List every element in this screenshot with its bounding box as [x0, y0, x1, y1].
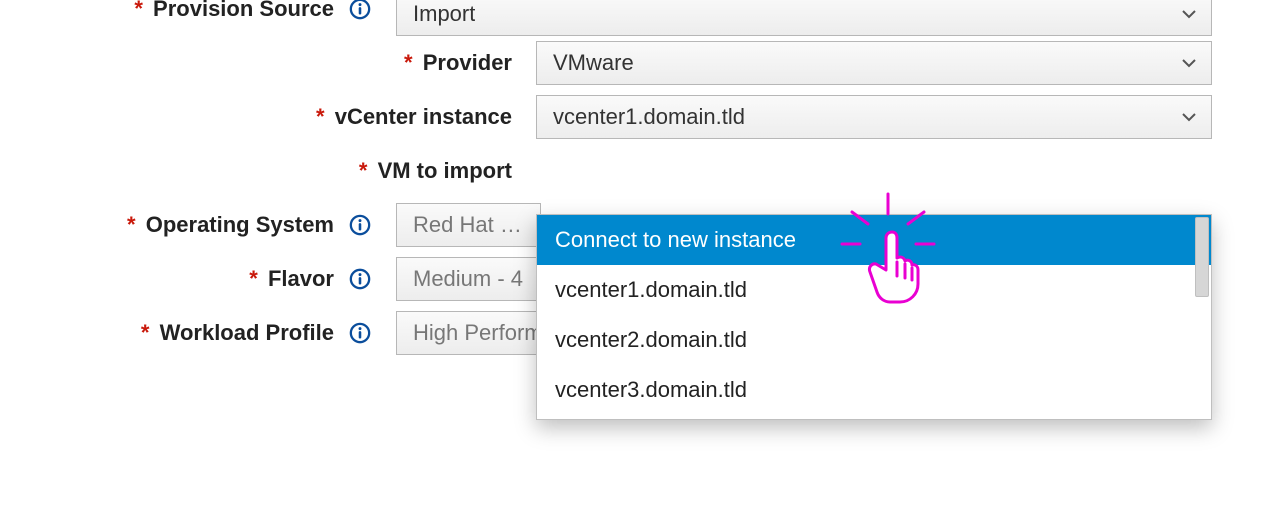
- required-asterisk: *: [359, 158, 368, 183]
- provision-source-select[interactable]: Import: [396, 0, 1212, 36]
- dropdown-option-label: vcenter3.domain.tld: [555, 377, 747, 403]
- info-icon[interactable]: [348, 213, 372, 237]
- provider-label: Provider: [423, 50, 512, 75]
- info-icon[interactable]: [348, 0, 372, 21]
- vcenter-instance-dropdown: Connect to new instance vcenter1.domain.…: [536, 214, 1212, 420]
- vcenter-instance-select[interactable]: vcenter1.domain.tld: [536, 95, 1212, 139]
- vm-to-import-label: VM to import: [378, 158, 512, 183]
- flavor-select[interactable]: Medium - 4: [396, 257, 541, 301]
- operating-system-select[interactable]: Red Hat En: [396, 203, 541, 247]
- dropdown-option-label: vcenter2.domain.tld: [555, 327, 747, 353]
- vcenter-instance-label: vCenter instance: [335, 104, 512, 129]
- dropdown-option-vcenter2[interactable]: vcenter2.domain.tld: [537, 315, 1211, 365]
- provision-source-value: Import: [413, 1, 475, 27]
- required-asterisk: *: [249, 266, 258, 291]
- dropdown-option-connect-new[interactable]: Connect to new instance: [537, 215, 1211, 265]
- operating-system-placeholder: Red Hat En: [413, 212, 526, 238]
- chevron-down-icon: [1181, 55, 1197, 71]
- info-icon[interactable]: [348, 321, 372, 345]
- dropdown-scrollbar[interactable]: [1195, 217, 1209, 297]
- required-asterisk: *: [127, 212, 136, 237]
- required-asterisk: *: [141, 320, 150, 345]
- vcenter-instance-value: vcenter1.domain.tld: [553, 104, 745, 130]
- required-asterisk: *: [134, 0, 143, 21]
- flavor-placeholder: Medium - 4: [413, 266, 523, 292]
- info-icon[interactable]: [348, 267, 372, 291]
- chevron-down-icon: [1181, 109, 1197, 125]
- required-asterisk: *: [316, 104, 325, 129]
- dropdown-option-vcenter1[interactable]: vcenter1.domain.tld: [537, 265, 1211, 315]
- required-asterisk: *: [404, 50, 413, 75]
- dropdown-option-label: Connect to new instance: [555, 227, 796, 253]
- provider-value: VMware: [553, 50, 634, 76]
- chevron-down-icon: [1181, 6, 1197, 22]
- provision-source-label: Provision Source: [153, 0, 334, 21]
- operating-system-label: Operating System: [146, 212, 334, 237]
- dropdown-option-label: vcenter1.domain.tld: [555, 277, 747, 303]
- workload-profile-label: Workload Profile: [160, 320, 334, 345]
- provider-select[interactable]: VMware: [536, 41, 1212, 85]
- dropdown-option-vcenter3[interactable]: vcenter3.domain.tld: [537, 365, 1211, 415]
- flavor-label: Flavor: [268, 266, 334, 291]
